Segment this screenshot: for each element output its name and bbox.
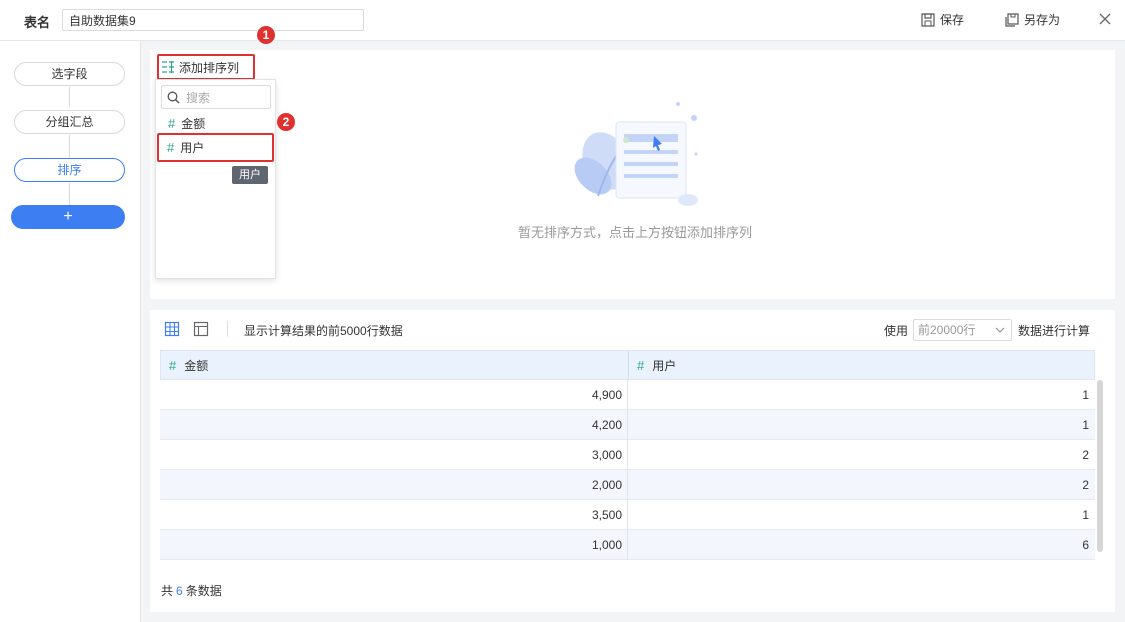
field-search-input[interactable]: 搜索	[161, 85, 271, 109]
pivot-view-icon[interactable]	[193, 321, 209, 337]
cell-user: 1	[1082, 388, 1089, 402]
step-badge-2: 2	[277, 113, 295, 131]
chevron-down-icon	[995, 327, 1005, 333]
cell-amount: 4,200	[591, 418, 622, 432]
hash-icon: #	[168, 115, 176, 131]
table-row: 1,000 6	[160, 530, 1095, 560]
column-header-user[interactable]: # 用户	[637, 351, 676, 379]
step-connector	[69, 183, 70, 206]
save-button[interactable]: 保存	[921, 11, 964, 28]
table-row: 3,000 2	[160, 440, 1095, 470]
column-header-label: 金额	[184, 358, 209, 373]
row-limit-prefix: 使用	[884, 324, 909, 338]
field-option-amount[interactable]: # 金额	[156, 111, 275, 135]
table-view-icon[interactable]	[164, 321, 180, 337]
save-as-button[interactable]: 另存为	[1005, 11, 1060, 28]
table-name-label: 表名	[24, 15, 51, 30]
top-bar: 表名 保存 另存为	[0, 0, 1125, 41]
step-connector	[69, 135, 70, 159]
hash-icon: #	[169, 357, 177, 373]
save-icon	[921, 12, 935, 27]
cell-user: 2	[1082, 478, 1089, 492]
save-as-label: 另存为	[1024, 13, 1061, 27]
row-count-suffix: 条数据	[185, 584, 222, 598]
table-row: 3,500 1	[160, 500, 1095, 530]
table-scrollbar[interactable]	[1097, 380, 1103, 552]
hash-icon: #	[167, 140, 175, 155]
field-option-user[interactable]: # 用户	[157, 133, 274, 162]
field-tooltip: 用户	[232, 166, 268, 184]
cell-user: 1	[1082, 418, 1089, 432]
cell-user: 1	[1082, 508, 1089, 522]
add-sort-column-button[interactable]: 添加排序列	[157, 54, 255, 80]
cell-amount: 1,000	[591, 538, 622, 552]
cell-user: 2	[1082, 448, 1089, 462]
row-limit-select[interactable]: 前20000行	[913, 319, 1012, 341]
cell-user: 6	[1082, 538, 1089, 552]
search-icon	[167, 91, 180, 103]
step-group-summary[interactable]: 分组汇总	[14, 110, 125, 134]
cell-amount: 4,900	[591, 388, 622, 402]
step-badge-1: 1	[257, 26, 275, 44]
cell-amount: 2,000	[591, 478, 622, 492]
column-header-amount[interactable]: # 金额	[169, 351, 208, 379]
result-info-text: 显示计算结果的前5000行数据	[244, 324, 403, 338]
add-sort-label: 添加排序列	[179, 60, 240, 75]
column-divider	[628, 351, 629, 380]
add-step-button[interactable]: +	[11, 205, 125, 229]
row-limit-value: 前20000行	[918, 323, 976, 337]
field-option-label: 金额	[181, 116, 206, 131]
row-count-value: 6	[176, 584, 183, 598]
save-as-icon	[1005, 12, 1019, 27]
empty-state-illustration	[574, 102, 698, 206]
row-count-prefix: 共	[161, 584, 174, 598]
close-icon[interactable]	[1097, 11, 1113, 27]
column-header-label: 用户	[652, 358, 677, 373]
table-header: # 金额 # 用户	[160, 350, 1095, 380]
step-connector	[69, 87, 70, 107]
hash-icon: #	[637, 357, 645, 373]
table-row: 4,200 1	[160, 410, 1095, 440]
toolbar-divider	[227, 321, 228, 337]
cell-amount: 3,500	[591, 508, 622, 522]
search-placeholder: 搜索	[186, 90, 211, 105]
field-option-label: 用户	[180, 141, 205, 155]
row-limit-suffix: 数据进行计算	[1018, 324, 1091, 338]
table-name-input[interactable]	[62, 9, 364, 31]
save-label: 保存	[940, 13, 965, 27]
table-row: 2,000 2	[160, 470, 1095, 500]
cell-amount: 3,000	[591, 448, 622, 462]
table-row: 4,900 1	[160, 380, 1095, 410]
row-count-footer: 共 6 条数据	[161, 582, 222, 599]
step-select-fields[interactable]: 选字段	[14, 62, 125, 86]
sort-list-icon	[162, 61, 174, 73]
step-sort[interactable]: 排序	[14, 158, 125, 182]
empty-sort-message: 暂无排序方式，点击上方按钮添加排序列	[517, 225, 752, 240]
